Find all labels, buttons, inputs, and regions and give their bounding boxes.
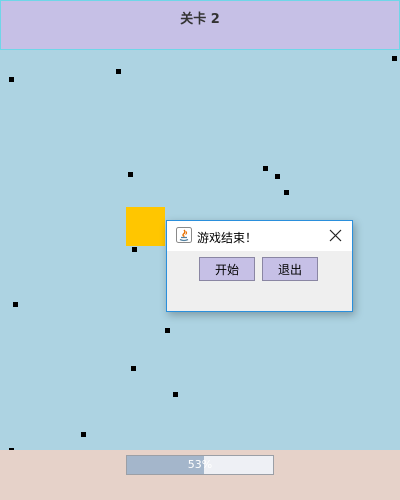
- player-block: [126, 207, 165, 246]
- dialog-title: 游戏结束！: [197, 231, 258, 245]
- level-title: 关卡 2: [180, 12, 220, 27]
- obstacle-dot: [132, 247, 137, 252]
- level-header: 关卡 2: [0, 0, 400, 50]
- obstacle-dot: [116, 69, 121, 74]
- obstacle-dot: [284, 190, 289, 195]
- progress-bar: 53%: [126, 455, 274, 475]
- obstacle-dot: [13, 302, 18, 307]
- close-icon[interactable]: [329, 229, 342, 242]
- dialog-titlebar[interactable]: 游戏结束！: [167, 221, 352, 251]
- obstacle-dot: [392, 56, 397, 61]
- obstacle-dot: [263, 166, 268, 171]
- status-bar: 53%: [0, 450, 400, 500]
- java-icon: [176, 227, 192, 243]
- obstacle-dot: [9, 77, 14, 82]
- obstacle-dot: [275, 174, 280, 179]
- game-over-dialog: 游戏结束！ 开始 退出: [166, 220, 353, 312]
- start-button[interactable]: 开始: [199, 257, 255, 281]
- obstacle-dot: [165, 328, 170, 333]
- progress-label: 53%: [187, 458, 213, 471]
- obstacle-dot: [81, 432, 86, 437]
- obstacle-dot: [128, 172, 133, 177]
- obstacle-dot: [131, 366, 136, 371]
- exit-button[interactable]: 退出: [262, 257, 318, 281]
- obstacle-dot: [173, 392, 178, 397]
